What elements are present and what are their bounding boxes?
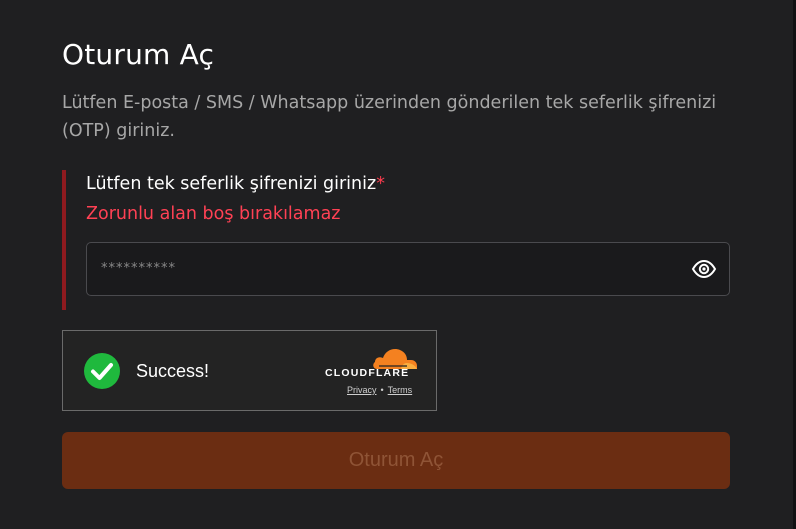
otp-label-text: Lütfen tek seferlik şifrenizi giriniz: [86, 174, 377, 194]
error-indicator-bar: [62, 170, 66, 310]
captcha-status-text: Success!: [136, 361, 210, 381]
privacy-link[interactable]: Privacy: [347, 385, 377, 395]
otp-field-error: Zorunlu alan boş bırakılamaz: [86, 204, 341, 224]
check-circle-icon: [84, 353, 120, 389]
login-submit-button[interactable]: Oturum Aç: [62, 432, 730, 489]
links-separator: •: [380, 385, 384, 395]
otp-input[interactable]: **********: [86, 242, 730, 296]
otp-placeholder: **********: [101, 261, 176, 276]
cloudflare-wordmark: CLOUDFLARE: [325, 367, 410, 379]
terms-link[interactable]: Terms: [388, 385, 413, 395]
required-mark: *: [376, 174, 385, 194]
otp-field-group: Lütfen tek seferlik şifrenizi giriniz* Z…: [62, 170, 730, 310]
eye-icon[interactable]: [691, 256, 717, 282]
page-title: Oturum Aç: [62, 38, 215, 71]
login-page: Oturum Aç Lütfen E-posta / SMS / Whatsap…: [0, 0, 796, 529]
page-subtitle: Lütfen E-posta / SMS / Whatsapp üzerinde…: [62, 93, 717, 141]
cloudflare-links: Privacy • Terms: [347, 385, 412, 395]
cloudflare-captcha-widget: Success! CLOUDFLARE Privacy • Terms: [62, 330, 437, 411]
otp-field-label: Lütfen tek seferlik şifrenizi giriniz*: [86, 174, 385, 194]
